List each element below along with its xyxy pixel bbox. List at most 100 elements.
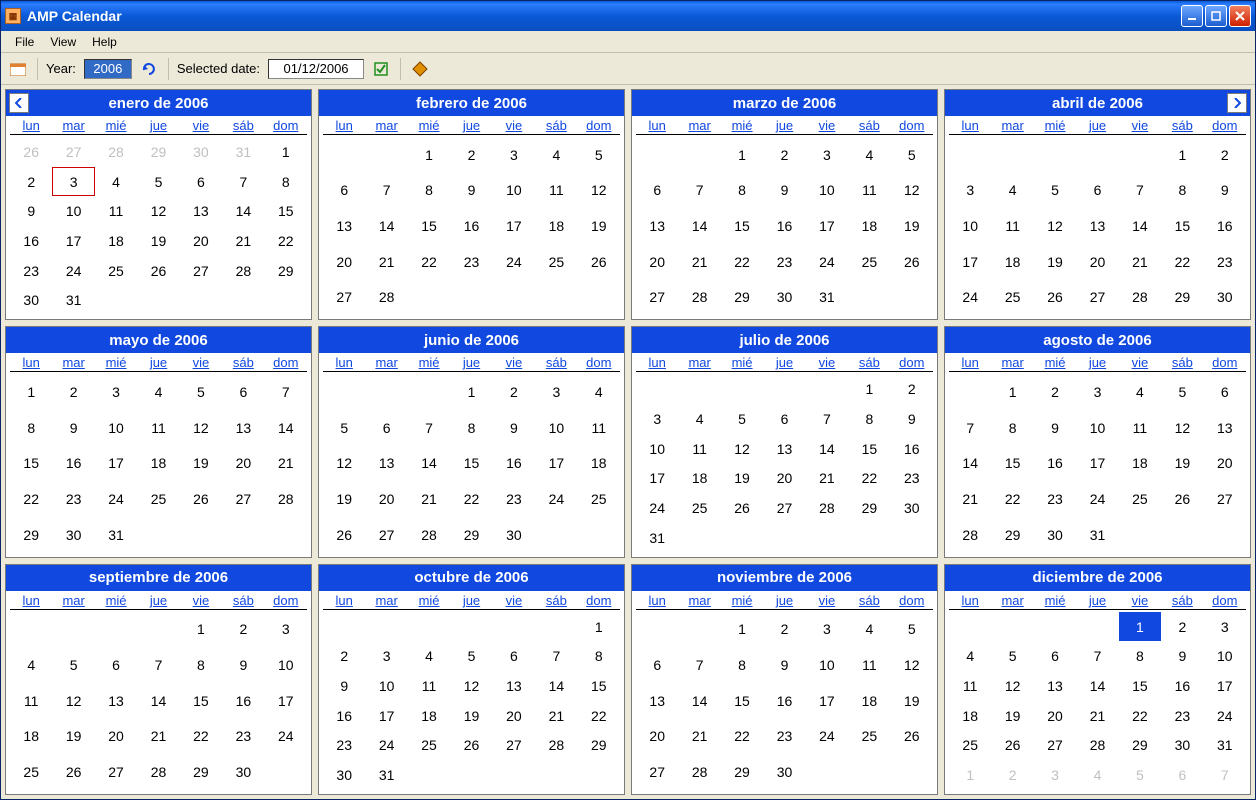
day-cell[interactable]: 7: [535, 641, 577, 671]
day-cell[interactable]: 20: [636, 719, 678, 755]
day-cell[interactable]: 26: [323, 517, 365, 553]
day-cell[interactable]: 10: [265, 647, 307, 683]
day-cell[interactable]: 19: [891, 208, 933, 244]
day-cell[interactable]: 22: [450, 481, 492, 517]
prev-year-button[interactable]: [9, 93, 29, 113]
day-cell[interactable]: 6: [763, 404, 805, 434]
day-cell[interactable]: 16: [450, 208, 492, 244]
day-cell[interactable]: 8: [991, 410, 1033, 446]
day-cell[interactable]: 29: [721, 754, 763, 790]
day-cell[interactable]: 13: [636, 208, 678, 244]
day-cell[interactable]: 2: [763, 137, 805, 173]
day-cell[interactable]: 6: [180, 167, 222, 197]
day-cell[interactable]: 21: [408, 481, 450, 517]
menu-view[interactable]: View: [42, 33, 84, 51]
day-cell[interactable]: 11: [408, 671, 450, 701]
day-cell[interactable]: 19: [180, 446, 222, 482]
day-cell[interactable]: 24: [365, 731, 407, 761]
day-cell[interactable]: 18: [949, 701, 991, 731]
day-cell[interactable]: 5: [1161, 374, 1203, 410]
day-cell[interactable]: 13: [365, 446, 407, 482]
day-cell[interactable]: 7: [678, 173, 720, 209]
day-cell[interactable]: 27: [52, 137, 94, 167]
day-cell[interactable]: 25: [848, 244, 890, 280]
day-cell[interactable]: 25: [678, 493, 720, 523]
day-cell[interactable]: 30: [10, 286, 52, 316]
day-cell[interactable]: 3: [493, 137, 535, 173]
day-cell[interactable]: 12: [323, 446, 365, 482]
day-cell[interactable]: 11: [991, 208, 1033, 244]
day-cell[interactable]: 11: [578, 410, 620, 446]
day-cell[interactable]: 26: [1161, 481, 1203, 517]
day-cell[interactable]: 22: [1119, 701, 1161, 731]
menu-file[interactable]: File: [7, 33, 42, 51]
day-cell[interactable]: 28: [137, 754, 179, 790]
day-cell[interactable]: 5: [1034, 173, 1076, 209]
day-cell[interactable]: 24: [636, 493, 678, 523]
day-cell[interactable]: 12: [578, 173, 620, 209]
day-cell[interactable]: 13: [222, 410, 264, 446]
day-cell[interactable]: 30: [1161, 731, 1203, 761]
day-cell[interactable]: 19: [1161, 446, 1203, 482]
day-cell[interactable]: 17: [636, 463, 678, 493]
day-cell[interactable]: 24: [806, 719, 848, 755]
day-cell[interactable]: 23: [493, 481, 535, 517]
day-cell[interactable]: 14: [806, 434, 848, 464]
day-cell[interactable]: 29: [578, 731, 620, 761]
day-cell[interactable]: 9: [493, 410, 535, 446]
day-cell[interactable]: 25: [1119, 481, 1161, 517]
day-cell[interactable]: 26: [891, 244, 933, 280]
day-cell[interactable]: 10: [1204, 641, 1246, 671]
day-cell[interactable]: 14: [1119, 208, 1161, 244]
day-cell[interactable]: 25: [10, 754, 52, 790]
next-year-button[interactable]: [1227, 93, 1247, 113]
day-cell[interactable]: 24: [265, 719, 307, 755]
day-cell[interactable]: 29: [1161, 280, 1203, 316]
day-cell[interactable]: 16: [52, 446, 94, 482]
day-cell[interactable]: 18: [848, 683, 890, 719]
day-cell[interactable]: 10: [636, 434, 678, 464]
day-cell[interactable]: 14: [678, 683, 720, 719]
day-cell[interactable]: 5: [450, 641, 492, 671]
day-cell[interactable]: 15: [721, 208, 763, 244]
day-cell[interactable]: 19: [450, 701, 492, 731]
day-cell[interactable]: 6: [636, 173, 678, 209]
day-cell[interactable]: 13: [95, 683, 137, 719]
day-cell[interactable]: 17: [1204, 671, 1246, 701]
day-cell[interactable]: 7: [365, 173, 407, 209]
day-cell[interactable]: 28: [678, 280, 720, 316]
day-cell[interactable]: 17: [265, 683, 307, 719]
day-cell[interactable]: 22: [10, 481, 52, 517]
day-cell[interactable]: 2: [1204, 137, 1246, 173]
day-cell[interactable]: 24: [806, 244, 848, 280]
day-cell[interactable]: 1: [949, 760, 991, 790]
day-cell[interactable]: 7: [1076, 641, 1118, 671]
day-cell[interactable]: 28: [265, 481, 307, 517]
day-cell[interactable]: 17: [1076, 446, 1118, 482]
confirm-date-button[interactable]: [370, 58, 392, 80]
day-cell[interactable]: 28: [806, 493, 848, 523]
day-cell[interactable]: 31: [636, 523, 678, 553]
day-cell[interactable]: 15: [991, 446, 1033, 482]
day-cell[interactable]: 16: [222, 683, 264, 719]
day-cell[interactable]: 27: [493, 731, 535, 761]
day-cell[interactable]: 10: [365, 671, 407, 701]
day-cell[interactable]: 18: [848, 208, 890, 244]
day-cell[interactable]: 3: [1034, 760, 1076, 790]
day-cell[interactable]: 3: [949, 173, 991, 209]
day-cell[interactable]: 12: [1034, 208, 1076, 244]
day-cell[interactable]: 13: [1034, 671, 1076, 701]
day-cell[interactable]: 29: [10, 517, 52, 553]
day-cell[interactable]: 22: [848, 463, 890, 493]
day-cell[interactable]: 27: [1034, 731, 1076, 761]
day-cell[interactable]: 12: [1161, 410, 1203, 446]
day-cell[interactable]: 4: [137, 374, 179, 410]
day-cell[interactable]: 22: [578, 701, 620, 731]
day-cell[interactable]: 31: [222, 137, 264, 167]
day-cell[interactable]: 4: [848, 137, 890, 173]
day-cell[interactable]: 30: [1204, 280, 1246, 316]
day-cell[interactable]: 15: [848, 434, 890, 464]
day-cell[interactable]: 21: [1076, 701, 1118, 731]
day-cell[interactable]: 11: [137, 410, 179, 446]
day-cell[interactable]: 29: [450, 517, 492, 553]
